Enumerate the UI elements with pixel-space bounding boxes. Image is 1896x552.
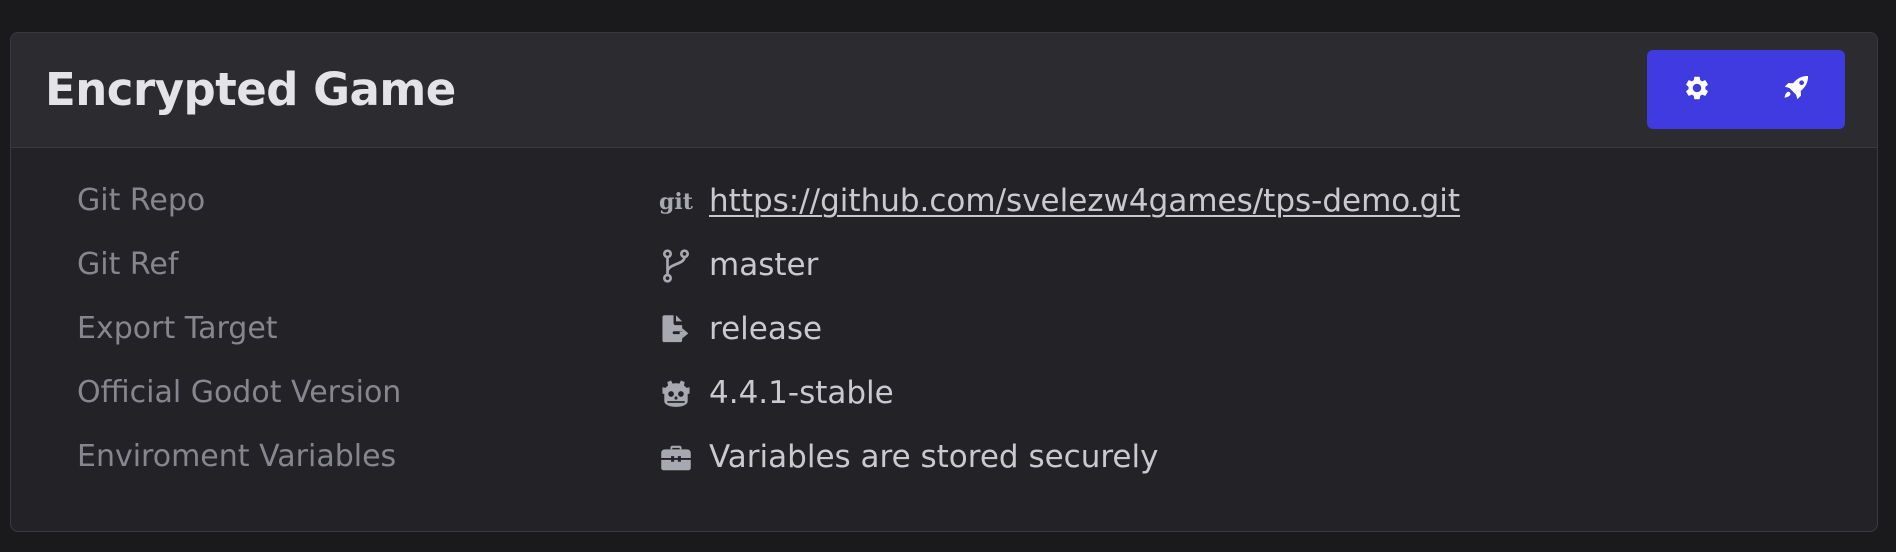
detail-row-export-target: Export Target release: [11, 297, 1877, 361]
project-card: Encrypted Game Git Repo git https://gith…: [10, 32, 1878, 532]
gear-icon: [1683, 74, 1711, 106]
detail-value: 4.4.1-stable: [709, 375, 894, 411]
git-icon: git: [659, 189, 693, 215]
detail-label: Git Ref: [77, 247, 179, 282]
detail-label: Git Repo: [77, 183, 206, 218]
detail-label: Enviroment Variables: [77, 439, 397, 474]
card-header: Encrypted Game: [11, 33, 1877, 148]
detail-row-godot-version: Official Godot Version 4.4.1-stable: [11, 361, 1877, 425]
rocket-icon: [1781, 73, 1811, 107]
detail-row-environment-variables: Enviroment Variables Variables are store…: [11, 425, 1877, 489]
file-export-icon: [659, 313, 693, 347]
detail-row-git-ref: Git Ref master: [11, 233, 1877, 297]
branch-icon: [659, 249, 693, 283]
git-repo-link[interactable]: https://github.com/svelezw4games/tps-dem…: [709, 169, 1460, 233]
action-button-group: [1647, 50, 1845, 129]
detail-row-git-repo: Git Repo git https://github.com/svelezw4…: [11, 169, 1877, 233]
detail-value: release: [709, 311, 823, 347]
project-title: Encrypted Game: [45, 63, 456, 116]
settings-button[interactable]: [1647, 50, 1746, 129]
detail-label: Official Godot Version: [77, 375, 402, 410]
godot-icon: [659, 377, 693, 411]
detail-value: master: [709, 247, 819, 283]
detail-label: Export Target: [77, 311, 278, 346]
detail-value: Variables are stored securely: [709, 439, 1159, 475]
toolbox-icon: [659, 441, 693, 475]
deploy-button[interactable]: [1746, 50, 1845, 129]
